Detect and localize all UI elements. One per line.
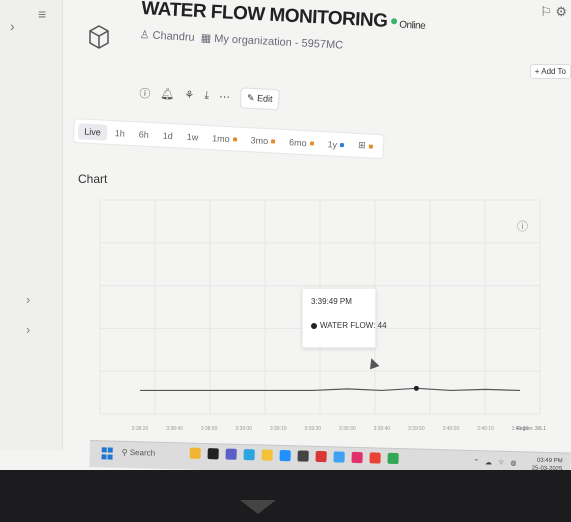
x-tick-label: 3:39:00 <box>235 426 252 432</box>
store-icon[interactable] <box>297 450 309 462</box>
online-dot <box>391 18 398 25</box>
edit-button[interactable]: ✎ Edit <box>239 87 281 111</box>
taskbar-apps <box>189 447 399 465</box>
range-live[interactable]: Live <box>77 122 108 141</box>
range-1h[interactable]: 1h <box>108 124 131 141</box>
taskbar: ⚲ Search ⌃ ☁ ⌔ ◍ 03:49 PM 25-03-2025 <box>89 440 571 470</box>
hovered-data-point[interactable] <box>413 385 419 391</box>
premium-marker <box>339 143 345 148</box>
left-sidebar: › ≡ <box>0 0 63 450</box>
browser-icon[interactable] <box>279 449 291 462</box>
settings-icon[interactable]: ⚙ <box>555 4 567 19</box>
system-tray-icons[interactable]: ⌃ ☁ ⌔ ◍ <box>473 458 519 468</box>
status-badge: Online <box>398 19 426 32</box>
device-subtitle: ♙ Chandru ▦ My organization - 5957MC <box>139 28 343 52</box>
premium-marker <box>309 141 314 146</box>
legend-hint: Region: 3/6.1 <box>516 426 546 432</box>
premium-marker <box>271 139 276 144</box>
info-icon[interactable]: ⓘ <box>139 84 151 101</box>
x-tick-label: 3:39:30 <box>339 426 356 432</box>
app-icon[interactable] <box>333 451 345 463</box>
file-explorer-icon[interactable] <box>261 449 273 461</box>
menu-icon[interactable]: ≡ <box>38 6 46 22</box>
range-6mo[interactable]: 6mo <box>283 133 320 151</box>
chart-section-title: Chart <box>78 172 108 186</box>
x-tick-label: 3:38:20 <box>132 426 149 432</box>
top-right-icons: ⚐ ⚙ <box>540 4 567 20</box>
app-icon[interactable] <box>351 451 363 464</box>
user-icon: ♙ <box>139 28 150 42</box>
chrome-icon[interactable] <box>369 452 381 464</box>
range-custom[interactable]: ⊞ <box>352 137 379 155</box>
chevron-right-icon[interactable]: › <box>26 322 30 337</box>
edit-label: Edit <box>256 93 273 104</box>
device-title: WATER FLOW MONITORING <box>140 0 388 32</box>
task-view-icon[interactable] <box>207 448 219 460</box>
action-toolbar: ⓘ 🔔︎ ⚘ ⤓ ⋯ ✎ Edit <box>139 82 281 111</box>
premium-marker <box>368 144 373 149</box>
x-tick-label: 3:38:40 <box>166 426 183 432</box>
chart-tooltip: 3:39:49 PM WATER FLOW: 44 <box>302 288 387 348</box>
owner-name[interactable]: Chandru <box>152 30 195 44</box>
chevron-right-icon[interactable]: › <box>26 292 30 307</box>
widgets-icon[interactable] <box>189 447 201 459</box>
chevron-right-icon[interactable]: › <box>10 18 15 34</box>
chrome-icon[interactable] <box>387 452 399 465</box>
time-range-selector: Live 1h 6h 1d 1w 1mo 3mo 6mo 1y ⊞ <box>72 118 385 160</box>
flag-icon[interactable]: ⚐ <box>540 4 552 19</box>
add-to-button[interactable]: + Add To <box>529 64 571 79</box>
edge-icon[interactable] <box>243 449 255 461</box>
more-icon[interactable]: ⋯ <box>219 90 231 104</box>
monitor-brand-logo <box>240 500 276 514</box>
series-line-water-flow[interactable] <box>140 387 521 392</box>
system-tray-clock[interactable]: 03:49 PM 25-03-2025 <box>532 457 563 470</box>
clock-date: 25-03-2025 <box>531 465 563 470</box>
search-icon: ⚲ <box>121 447 128 457</box>
organization-link[interactable]: My organization - 5957MC <box>214 33 343 52</box>
app-icon[interactable] <box>315 450 327 463</box>
range-1w[interactable]: 1w <box>180 128 204 145</box>
edit-icon: ✎ <box>246 92 255 104</box>
range-3mo[interactable]: 3mo <box>244 131 281 149</box>
x-tick-label: 3:40:10 <box>477 426 494 432</box>
windows-start-icon[interactable] <box>101 447 113 460</box>
range-1mo[interactable]: 1mo <box>206 129 243 147</box>
range-6h[interactable]: 6h <box>132 126 155 143</box>
x-tick-label: 3:39:50 <box>408 426 425 432</box>
taskbar-search[interactable]: ⚲ Search <box>122 448 156 458</box>
x-tick-label: 3:38:50 <box>201 426 218 432</box>
premium-marker <box>232 137 237 142</box>
bell-icon[interactable]: 🔔︎ <box>160 87 175 101</box>
download-icon[interactable]: ⤓ <box>204 89 209 102</box>
screen: › ≡ WATER FLOW MONITORING Online ♙ Chandr… <box>0 0 571 470</box>
x-tick-label: 3:39:40 <box>373 426 390 432</box>
range-1y[interactable]: 1y <box>321 136 350 153</box>
tooltip-value: WATER FLOW: 44 <box>320 321 387 330</box>
tooltip-time: 3:39:49 PM <box>311 297 352 306</box>
share-icon[interactable]: ⚘ <box>184 88 195 102</box>
x-tick-label: 3:39:20 <box>304 426 321 432</box>
organization-icon: ▦ <box>200 32 212 45</box>
range-1d[interactable]: 1d <box>156 127 179 144</box>
x-tick-label: 3:39:10 <box>270 426 287 432</box>
x-tick-label: 3:40:00 <box>443 426 460 432</box>
series-bullet <box>311 322 317 329</box>
teams-icon[interactable] <box>225 448 237 460</box>
tooltip-series: WATER FLOW: 44 <box>311 321 387 330</box>
device-icon <box>89 25 109 49</box>
search-label: Search <box>129 448 156 458</box>
